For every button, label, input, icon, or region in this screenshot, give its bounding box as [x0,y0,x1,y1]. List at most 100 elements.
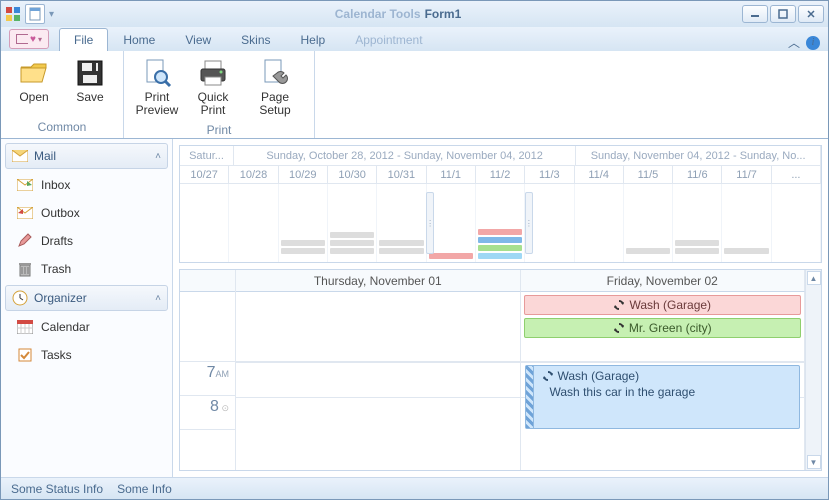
timeline-day[interactable]: 11/5 [624,166,673,184]
timeline-day[interactable]: 11/1 [427,166,476,184]
allday-col-thursday[interactable] [236,292,521,361]
sidebar-item-trash[interactable]: Trash [5,257,168,281]
sidebar-item-calendar[interactable]: Calendar [5,315,168,339]
timeline-range-next[interactable]: Sunday, November 04, 2012 - Sunday, No..… [576,146,821,166]
tab-help[interactable]: Help [286,28,341,51]
contextual-tab-title: Calendar Tools [335,7,421,21]
outbox-icon [17,205,33,221]
timeline-range-current[interactable]: Sunday, October 28, 2012 - Sunday, Novem… [234,146,576,166]
day-header-friday[interactable]: Friday, November 02 [521,270,806,292]
open-button[interactable]: Open [9,55,59,104]
maximize-button[interactable] [770,5,796,23]
hour-label-7: 7AM [180,362,235,396]
timeline-day[interactable]: 11/3 [525,166,574,184]
timeline-day[interactable]: 11/6 [673,166,722,184]
time-col-friday[interactable]: Wash (Garage) Wash this car in the garag… [521,363,806,470]
page-setup-label: Page Setup [244,91,306,117]
allday-appointment-green[interactable]: Mr. Green (city) [524,318,802,338]
ribbon-group-print-label: Print [124,121,314,141]
timeline-day[interactable]: 10/27 [180,166,229,184]
allday-col-friday[interactable]: Wash (Garage) Mr. Green (city) [521,292,806,361]
timed-appointment-wash[interactable]: Wash (Garage) Wash this car in the garag… [525,365,801,429]
pencil-icon [17,233,33,249]
recurring-icon [613,299,625,311]
titlebar: ▾ Calendar Tools Form1 [1,1,828,27]
timeline-range-prev[interactable]: Satur... [180,146,234,166]
magnifier-page-icon [141,57,173,89]
sidebar-header-mail-label: Mail [34,149,56,163]
save-button-label: Save [76,91,103,104]
timeline-selection-handle-left[interactable]: ⋮ [426,192,434,254]
sidebar-header-mail[interactable]: Mail ˄ [5,143,168,169]
timeline-navigator[interactable]: Satur... Sunday, October 28, 2012 - Sund… [179,145,822,263]
sidebar-item-label: Calendar [41,320,90,334]
chevron-up-icon: ˄ [155,151,161,162]
timeline-day[interactable]: ... [772,166,821,184]
timeline-day[interactable]: 11/7 [722,166,771,184]
timeline-day[interactable]: 10/31 [377,166,426,184]
print-preview-button[interactable]: Print Preview [132,55,182,117]
ribbon-tabstrip: ♥▾ File Home View Skins Help Appointment… [1,27,828,51]
appointment-label: Wash (Garage) [629,298,711,312]
folder-open-icon [18,57,50,89]
inbox-icon [17,177,33,193]
timeline-day[interactable]: 10/28 [229,166,278,184]
floppy-disk-icon [74,57,106,89]
scroll-down-button[interactable]: ▼ [807,455,821,469]
close-button[interactable] [798,5,824,23]
appointment-busy-stripe [526,366,534,428]
status-bar: Some Status Info Some Info [1,477,828,499]
sidebar-item-label: Tasks [41,348,72,362]
chevron-up-icon: ˄ [155,293,161,304]
open-button-label: Open [19,91,48,104]
sidebar-item-outbox[interactable]: Outbox [5,201,168,225]
time-col-thursday[interactable] [236,363,521,470]
timeline-days-row: 10/27 10/28 10/29 10/30 10/31 11/1 11/2 … [180,166,821,184]
nav-sidebar: Mail ˄ Inbox Outbox Drafts Trash Organiz… [1,139,173,477]
sidebar-header-organizer-label: Organizer [34,291,87,305]
sidebar-item-label: Outbox [41,206,80,220]
tab-file[interactable]: File [59,28,108,51]
tab-home[interactable]: Home [108,28,170,51]
recurring-icon [542,370,554,382]
page-wrench-icon [259,57,291,89]
timeline-day[interactable]: 10/30 [328,166,377,184]
hour-label-8: 8 ⊙ [180,396,235,430]
timeline-day[interactable]: 11/4 [575,166,624,184]
vertical-scrollbar[interactable]: ▲ ▼ [805,270,821,470]
layout-switcher-button[interactable]: ♥▾ [9,29,49,49]
day-header-thursday[interactable]: Thursday, November 01 [236,270,521,292]
page-setup-button[interactable]: Page Setup [244,55,306,117]
help-icon[interactable]: i [806,36,820,50]
quick-print-button[interactable]: Quick Print [188,55,238,117]
allday-appointment-wash[interactable]: Wash (Garage) [524,295,802,315]
appointment-description: Wash this car in the garage [550,385,794,399]
quick-access-toolbar: ▾ [5,4,54,24]
status-text-primary: Some Status Info [11,482,103,496]
window-title: Form1 [425,7,462,21]
day-view: 7AM 8 ⊙ Thursday, November 01 Friday, No… [179,269,822,471]
appointment-label: Mr. Green (city) [629,321,712,335]
timeline-day[interactable]: 11/2 [476,166,525,184]
sidebar-header-organizer[interactable]: Organizer ˄ [5,285,168,311]
quick-print-label: Quick Print [198,91,229,117]
qat-document-icon[interactable] [25,4,45,24]
ribbon-group-print: Print Preview Quick Print Page Setup Pri… [124,51,315,138]
timeline-selection-handle-right[interactable]: ⋮ [525,192,533,254]
sidebar-item-inbox[interactable]: Inbox [5,173,168,197]
tab-view[interactable]: View [170,28,226,51]
sidebar-item-drafts[interactable]: Drafts [5,229,168,253]
save-button[interactable]: Save [65,55,115,104]
minimize-button[interactable] [742,5,768,23]
calendar-icon [17,319,33,335]
ribbon-group-common-label: Common [1,118,123,138]
ribbon-collapse-icon[interactable]: ︿ [788,34,800,51]
tab-skins[interactable]: Skins [226,28,285,51]
sidebar-item-label: Inbox [41,178,70,192]
timeline-day[interactable]: 10/29 [279,166,328,184]
tab-appointment[interactable]: Appointment [340,28,437,51]
printer-icon [197,57,229,89]
ribbon-body: Open Save Common Print Preview Quick Pri… [1,51,828,139]
scroll-up-button[interactable]: ▲ [807,271,821,285]
sidebar-item-tasks[interactable]: Tasks [5,343,168,367]
